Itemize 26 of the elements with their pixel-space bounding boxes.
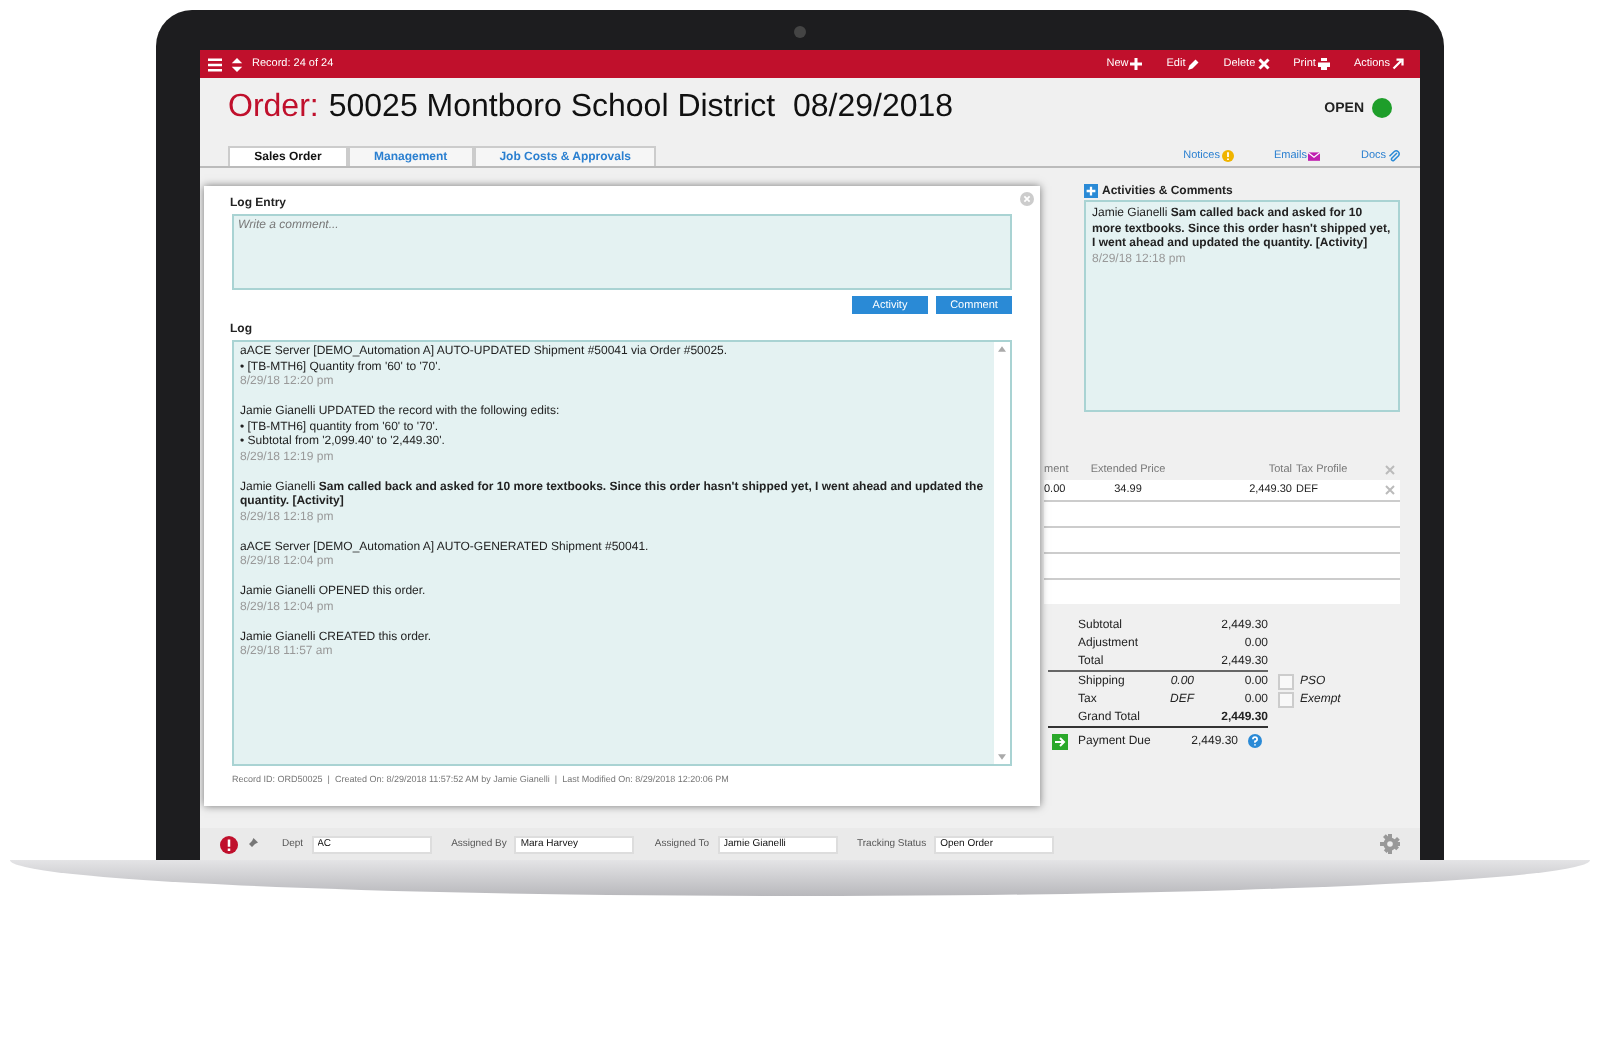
menu-icon[interactable] [208, 57, 222, 71]
x-icon [1257, 58, 1270, 70]
alert-icon [1221, 150, 1234, 162]
printer-icon [1317, 58, 1330, 70]
checkbox[interactable] [1278, 691, 1294, 707]
scroll-up-icon[interactable] [998, 346, 1006, 352]
settings-icon[interactable] [1380, 834, 1400, 854]
arrow-icon [1392, 58, 1404, 70]
close-icon[interactable] [1384, 464, 1396, 476]
help-icon[interactable] [1248, 734, 1262, 748]
plus-icon [1130, 58, 1143, 70]
plus-icon[interactable] [1084, 184, 1098, 198]
checkbox[interactable] [1278, 673, 1294, 689]
close-icon[interactable] [1384, 484, 1396, 496]
arrow-icon[interactable] [1052, 733, 1068, 749]
paperclip-icon [1388, 150, 1400, 162]
scrollbar[interactable] [994, 342, 1010, 764]
scroll-down-icon[interactable] [998, 754, 1006, 760]
pin-icon[interactable] [246, 838, 258, 850]
camera-icon [794, 26, 806, 38]
order-title: 50025 Montboro School District 08/29/2018 [328, 90, 954, 124]
envelope-icon [1308, 150, 1321, 162]
alert-icon[interactable] [220, 835, 238, 853]
up-down-arrows-icon[interactable] [230, 57, 244, 71]
pencil-icon [1187, 58, 1200, 70]
order-label: Order: [228, 90, 319, 124]
